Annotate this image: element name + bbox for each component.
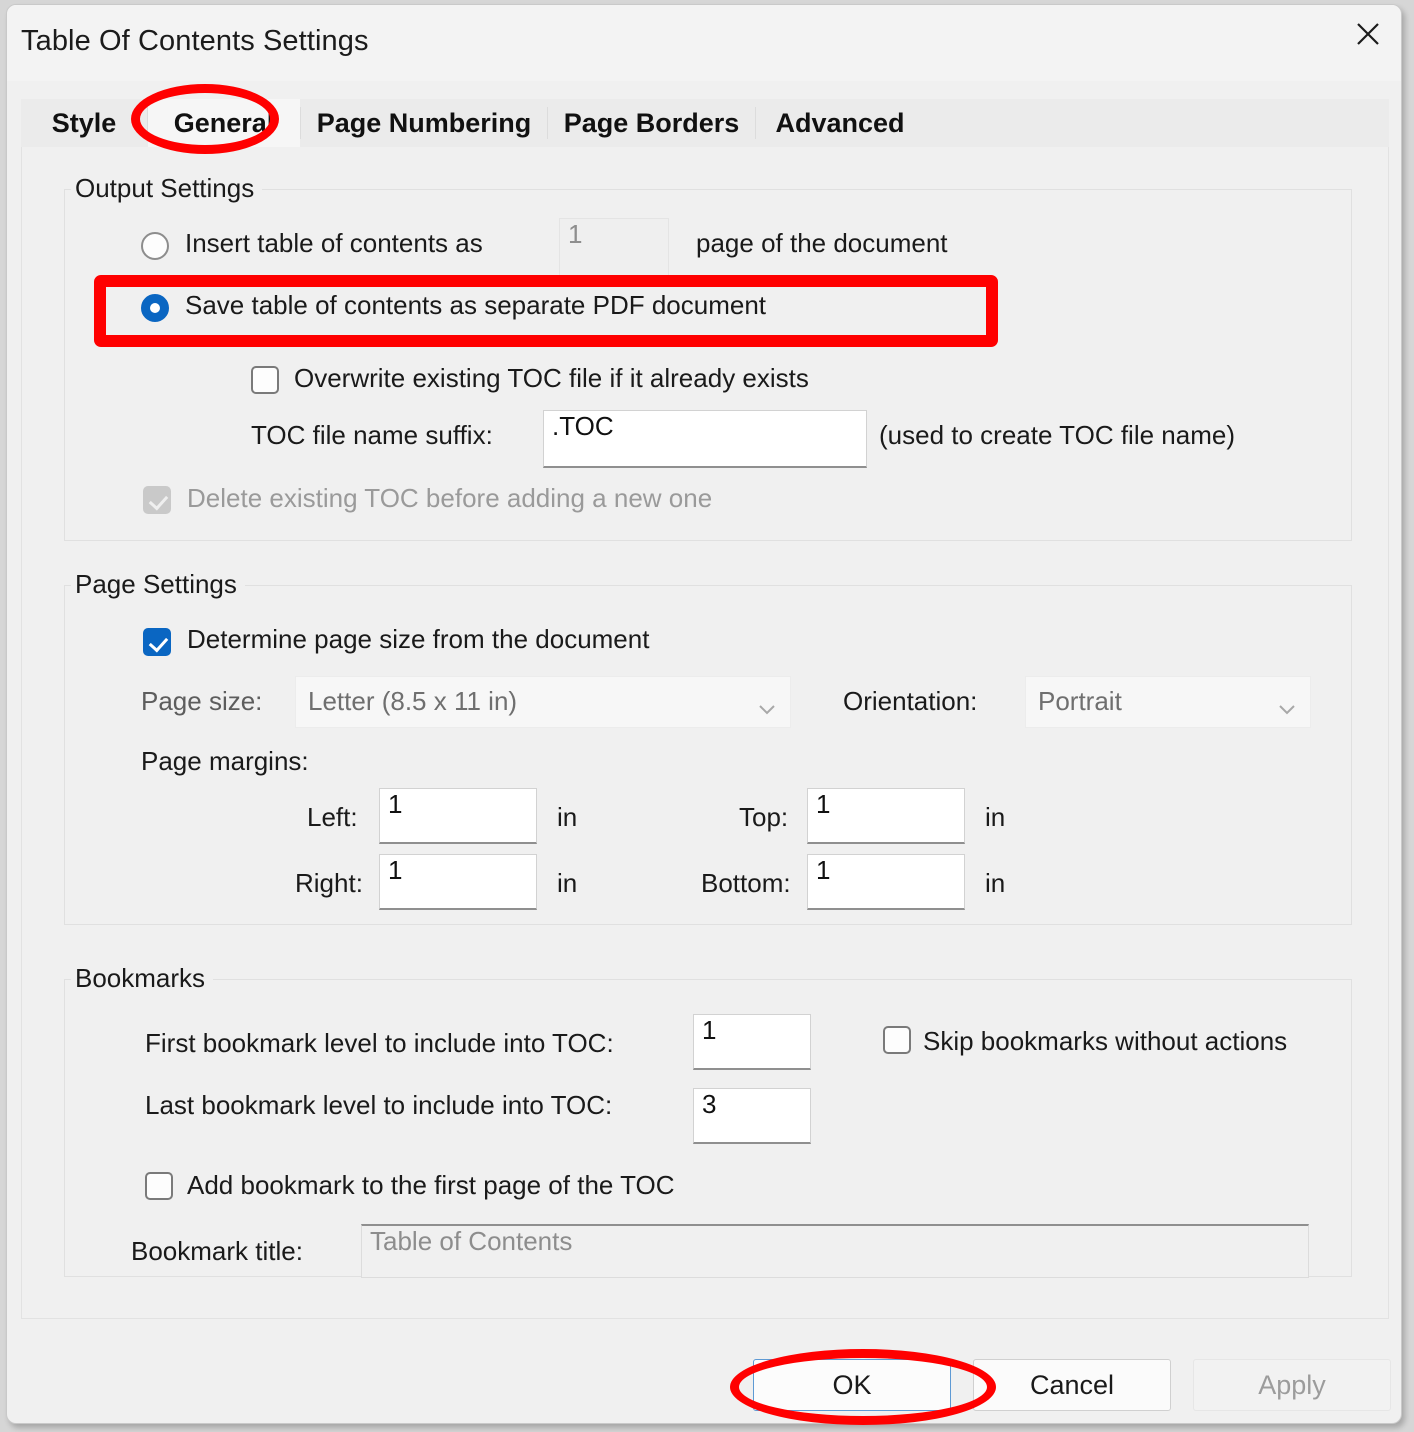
dialog-title: Table Of Contents Settings bbox=[21, 25, 369, 57]
toc-suffix-input[interactable]: .TOC bbox=[543, 410, 867, 468]
bookmark-title-input[interactable]: Table of Contents bbox=[361, 1224, 1309, 1278]
add-bookmark-first-page-label: Add bookmark to the first page of the TO… bbox=[187, 1170, 675, 1200]
insert-toc-page-input[interactable]: 1 bbox=[559, 218, 669, 280]
cancel-button[interactable]: Cancel bbox=[973, 1359, 1171, 1411]
save-separate-pdf-label: Save table of contents as separate PDF d… bbox=[185, 290, 767, 320]
close-icon bbox=[1354, 20, 1382, 48]
determine-page-size-checkbox[interactable] bbox=[143, 628, 171, 656]
toc-suffix-hint: (used to create TOC file name) bbox=[879, 420, 1235, 450]
general-tab-page: Output Settings Insert table of contents… bbox=[21, 147, 1389, 1319]
toc-suffix-label: TOC file name suffix: bbox=[251, 420, 493, 450]
overwrite-toc-checkbox[interactable] bbox=[251, 366, 279, 394]
dialog-footer: OK Cancel Apply bbox=[7, 1345, 1401, 1423]
last-bookmark-level-label: Last bookmark level to include into TOC: bbox=[145, 1090, 613, 1120]
overwrite-toc-label: Overwrite existing TOC file if it alread… bbox=[294, 363, 809, 393]
page-size-combobox[interactable]: Letter (8.5 x 11 in) bbox=[295, 676, 791, 728]
margin-right-unit: in bbox=[557, 868, 578, 898]
orientation-label: Orientation: bbox=[843, 686, 978, 716]
save-separate-pdf-radio[interactable] bbox=[141, 294, 169, 322]
add-bookmark-first-page-checkbox[interactable] bbox=[145, 1172, 173, 1200]
last-bookmark-level-input[interactable]: 3 bbox=[693, 1088, 811, 1144]
first-bookmark-level-label: First bookmark level to include into TOC… bbox=[145, 1028, 614, 1058]
margin-left-label: Left: bbox=[307, 802, 358, 832]
tab-page-borders[interactable]: Page Borders bbox=[548, 99, 755, 147]
apply-button[interactable]: Apply bbox=[1193, 1359, 1391, 1411]
delete-existing-toc-label: Delete existing TOC before adding a new … bbox=[187, 483, 713, 513]
margin-right-input[interactable]: 1 bbox=[379, 854, 537, 910]
determine-page-size-label: Determine page size from the document bbox=[187, 624, 650, 654]
skip-bookmarks-checkbox[interactable] bbox=[883, 1026, 911, 1054]
bookmarks-group: Bookmarks First bookmark level to includ… bbox=[64, 963, 1352, 1278]
page-size-label: Page size: bbox=[141, 686, 263, 716]
margin-top-label: Top: bbox=[739, 802, 789, 832]
bookmarks-title: Bookmarks bbox=[71, 963, 214, 994]
page-margins-label: Page margins: bbox=[141, 746, 309, 776]
delete-existing-toc-checkbox bbox=[143, 486, 171, 514]
margin-left-input[interactable]: 1 bbox=[379, 788, 537, 844]
chevron-down-icon bbox=[1278, 695, 1296, 715]
insert-toc-page-suffix-label: page of the document bbox=[696, 228, 948, 258]
tab-general[interactable]: General bbox=[148, 99, 300, 147]
bookmark-title-label: Bookmark title: bbox=[131, 1236, 303, 1266]
skip-bookmarks-label: Skip bookmarks without actions bbox=[923, 1026, 1288, 1056]
output-settings-title: Output Settings bbox=[71, 173, 263, 204]
page-settings-group: Page Settings Determine page size from t… bbox=[64, 569, 1352, 925]
close-button[interactable] bbox=[1335, 5, 1401, 63]
insert-toc-radio[interactable] bbox=[141, 232, 169, 260]
tab-page-numbering[interactable]: Page Numbering bbox=[301, 99, 547, 147]
output-settings-group: Output Settings Insert table of contents… bbox=[64, 173, 1352, 541]
tab-style[interactable]: Style bbox=[21, 99, 147, 147]
orientation-value: Portrait bbox=[1038, 686, 1122, 716]
tab-strip: Style General Page Numbering Page Border… bbox=[21, 99, 1389, 147]
table-of-contents-settings-dialog: Table Of Contents Settings Style General… bbox=[6, 4, 1402, 1424]
margin-right-label: Right: bbox=[295, 868, 363, 898]
margin-top-unit: in bbox=[985, 802, 1006, 832]
margin-bottom-unit: in bbox=[985, 868, 1006, 898]
margin-bottom-input[interactable]: 1 bbox=[807, 854, 965, 910]
margin-top-input[interactable]: 1 bbox=[807, 788, 965, 844]
insert-toc-label: Insert table of contents as bbox=[185, 228, 483, 258]
page-size-value: Letter (8.5 x 11 in) bbox=[308, 686, 518, 716]
dialog-titlebar: Table Of Contents Settings bbox=[7, 5, 1401, 81]
first-bookmark-level-input[interactable]: 1 bbox=[693, 1014, 811, 1070]
chevron-down-icon bbox=[758, 695, 776, 715]
tab-advanced[interactable]: Advanced bbox=[756, 99, 924, 147]
ok-button[interactable]: OK bbox=[753, 1359, 951, 1411]
orientation-combobox[interactable]: Portrait bbox=[1025, 676, 1311, 728]
margin-bottom-label: Bottom: bbox=[701, 868, 791, 898]
margin-left-unit: in bbox=[557, 802, 578, 832]
page-settings-title: Page Settings bbox=[71, 569, 245, 600]
